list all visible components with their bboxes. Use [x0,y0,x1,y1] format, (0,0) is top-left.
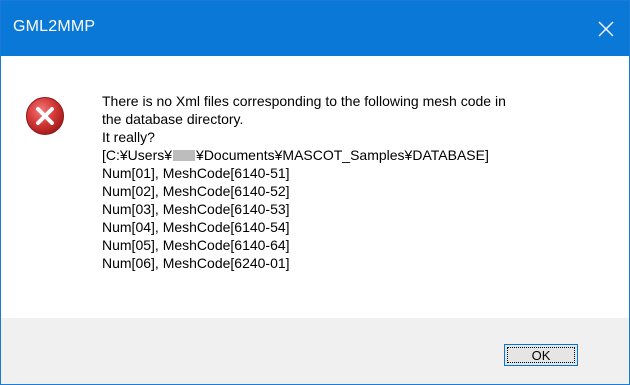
error-icon [25,96,65,136]
title-bar[interactable]: GML2MMP [1,1,629,56]
ok-button-label: OK [531,347,551,363]
message-text: There is no Xml files corresponding to t… [102,92,602,272]
message-box-window: GML2MMP There is no Xml files correspond… [0,0,630,385]
mesh-item: Num[03], MeshCode[6140-53] [102,201,290,217]
ok-button[interactable]: OK [504,344,578,366]
message-line-3: It really? [102,129,155,145]
path-suffix: ¥Documents¥MASCOT_Samples¥DATABASE] [196,147,489,163]
message-line-2: the database directory. [102,111,244,127]
database-path: [C:¥Users¥ ¥Documents¥MASCOT_Samples¥DATA… [102,146,602,164]
mesh-item: Num[05], MeshCode[6140-64] [102,237,290,253]
message-content: There is no Xml files corresponding to t… [1,56,629,318]
button-bar: OK [1,318,629,384]
mesh-item: Num[06], MeshCode[6240-01] [102,255,290,271]
window-title: GML2MMP [13,18,96,35]
mesh-item: Num[01], MeshCode[6140-51] [102,165,290,181]
path-prefix: [C:¥Users¥ [102,147,173,163]
mesh-item: Num[04], MeshCode[6140-54] [102,219,290,235]
redacted-username [173,150,196,161]
close-icon [598,21,614,36]
mesh-item: Num[02], MeshCode[6140-52] [102,183,290,199]
message-line-1: There is no Xml files corresponding to t… [102,93,506,109]
close-button[interactable] [583,1,629,56]
